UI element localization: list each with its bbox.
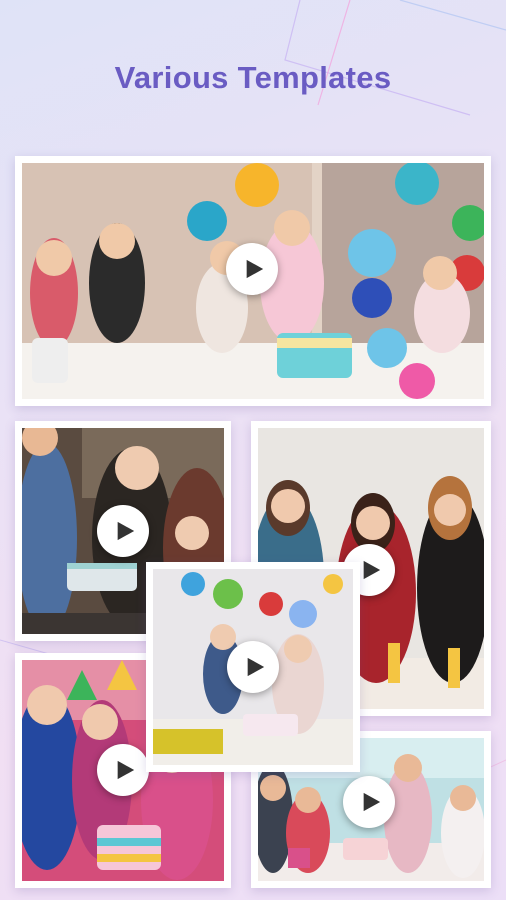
play-icon	[246, 259, 264, 279]
play-button-2[interactable]	[97, 505, 149, 557]
play-icon	[247, 657, 265, 677]
play-button-4[interactable]	[227, 641, 279, 693]
play-button-6[interactable]	[343, 776, 395, 828]
play-icon	[363, 560, 381, 580]
template-card-4[interactable]	[146, 562, 360, 772]
play-icon	[363, 792, 381, 812]
page-title: Various Templates	[114, 60, 392, 95]
play-icon	[117, 760, 135, 780]
play-button-1[interactable]	[226, 243, 278, 295]
template-card-1[interactable]	[15, 156, 491, 406]
play-button-5[interactable]	[97, 744, 149, 796]
play-icon	[117, 521, 135, 541]
